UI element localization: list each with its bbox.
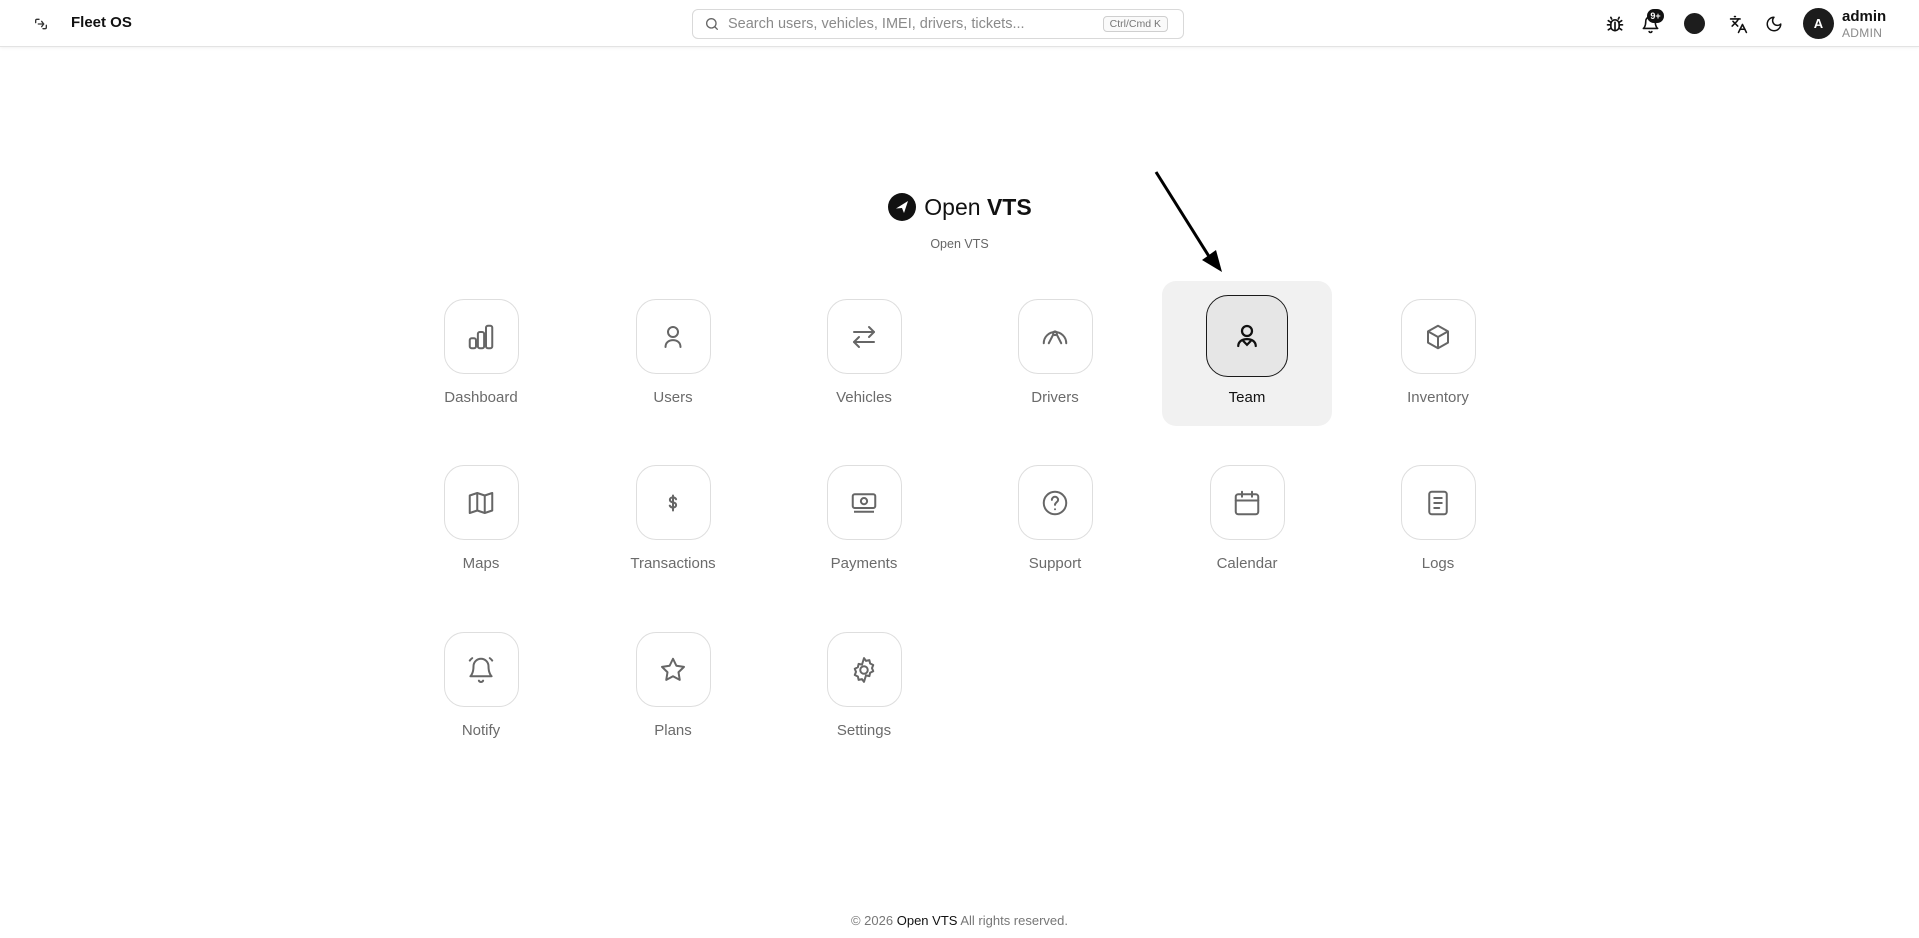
- tile-label: Notify: [461, 722, 501, 739]
- map-icon: [443, 465, 519, 540]
- tile-support[interactable]: Support: [970, 447, 1140, 592]
- user-name[interactable]: admin: [1842, 8, 1886, 25]
- bug-icon[interactable]: [1603, 12, 1627, 36]
- dark-mode-moon-icon[interactable]: [1762, 12, 1786, 36]
- sidebar-toggle-icon[interactable]: [30, 13, 52, 35]
- calendar-icon: [1209, 465, 1285, 540]
- tile-label: Drivers: [1031, 389, 1079, 406]
- app-title: Fleet OS: [71, 14, 132, 31]
- footer-brand-link[interactable]: Open VTS: [897, 913, 958, 928]
- tile-label: Dashboard: [444, 389, 518, 406]
- box-icon: [1400, 299, 1476, 374]
- tile-transactions[interactable]: Transactions: [588, 447, 758, 592]
- footer: © 2026 Open VTS All rights reserved.: [0, 913, 1919, 928]
- brand-name: Open VTS: [924, 193, 1032, 220]
- banknote-icon: [826, 465, 902, 540]
- star-icon: [635, 632, 711, 707]
- tile-dashboard[interactable]: Dashboard: [396, 281, 566, 426]
- tile-drivers[interactable]: Drivers: [970, 281, 1140, 426]
- document-icon: [1400, 465, 1476, 540]
- steering-wheel-icon: [1017, 299, 1093, 374]
- global-search[interactable]: Ctrl/Cmd K: [692, 9, 1184, 39]
- tile-notify[interactable]: Notify: [396, 614, 566, 759]
- tile-label: Support: [1028, 555, 1082, 572]
- brand-heading: Open VTS: [0, 192, 1919, 222]
- tile-users[interactable]: Users: [588, 281, 758, 426]
- search-shortcut-hint: Ctrl/Cmd K: [1102, 16, 1168, 32]
- user-icon: [635, 299, 711, 374]
- tile-calendar[interactable]: Calendar: [1162, 447, 1332, 592]
- search-icon: [704, 16, 720, 32]
- tile-vehicles[interactable]: Vehicles: [779, 281, 949, 426]
- user-group-icon: [1206, 295, 1288, 377]
- tile-label: Maps: [462, 555, 500, 572]
- tile-label: Calendar: [1216, 555, 1278, 572]
- brand-subtitle: Open VTS: [930, 237, 989, 251]
- tile-logs[interactable]: Logs: [1353, 447, 1523, 592]
- theme-color-button[interactable]: [1684, 13, 1705, 34]
- tile-maps[interactable]: Maps: [396, 447, 566, 592]
- bell-ring-icon: [443, 632, 519, 707]
- dollar-icon: [635, 465, 711, 540]
- tile-payments[interactable]: Payments: [779, 447, 949, 592]
- arrows-left-right-icon: [826, 299, 902, 374]
- bar-chart-icon: [443, 299, 519, 374]
- tile-label: Logs: [1421, 555, 1455, 572]
- tile-team[interactable]: Team: [1162, 281, 1332, 426]
- tile-label: Team: [1228, 389, 1266, 406]
- tile-label: Plans: [654, 722, 692, 739]
- user-avatar[interactable]: A: [1803, 8, 1834, 39]
- tile-inventory[interactable]: Inventory: [1353, 281, 1523, 426]
- footer-rights: All rights reserved.: [960, 913, 1068, 928]
- top-header: Fleet OS Ctrl/Cmd K 9+ A admin ADMIN: [0, 0, 1919, 47]
- gear-icon: [826, 632, 902, 707]
- tile-settings[interactable]: Settings: [779, 614, 949, 759]
- translate-icon[interactable]: [1726, 12, 1750, 36]
- tile-label: Inventory: [1407, 389, 1469, 406]
- search-input[interactable]: [728, 16, 1103, 32]
- tile-plans[interactable]: Plans: [588, 614, 758, 759]
- tile-label: Users: [653, 389, 693, 406]
- notification-count-badge: 9+: [1647, 9, 1664, 23]
- help-circle-icon: [1017, 465, 1093, 540]
- user-role: ADMIN: [1842, 26, 1883, 40]
- tile-label: Settings: [836, 722, 892, 739]
- tile-label: Payments: [830, 555, 898, 572]
- footer-copyright: © 2026: [850, 913, 894, 928]
- pointer-arrow-annotation: [1154, 171, 1222, 272]
- tile-label: Vehicles: [836, 389, 892, 406]
- tile-label: Transactions: [630, 555, 716, 572]
- brand-logo-icon: [888, 193, 917, 221]
